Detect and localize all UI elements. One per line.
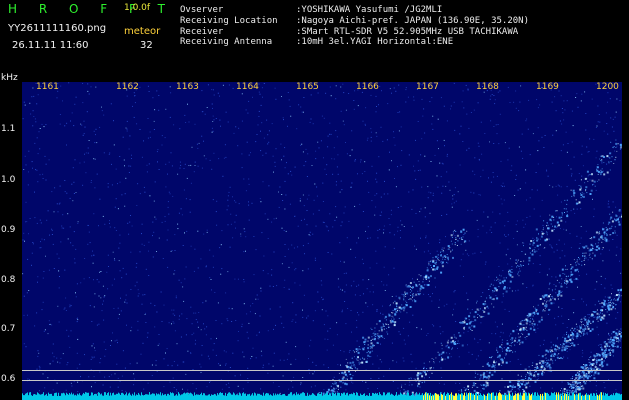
y-tick-label: 0.6 [1,374,16,384]
time-tick-label: 1163 [176,82,199,92]
spectrogram-canvas [22,82,622,400]
time-tick-label: 1164 [236,82,259,92]
time-tick-label: 1169 [536,82,559,92]
y-tick-label: 1.0 [1,175,16,185]
time-tick-label: 1168 [476,82,499,92]
spectrogram-panel [22,82,622,400]
time-tick-label: 1200 [596,82,619,92]
info-key: Receiving Location [180,15,278,26]
info-key: Receiver [180,26,224,37]
y-unit-label: kHz [1,73,18,83]
info-key: Ovserver [180,5,224,15]
time-tick-label: 1162 [116,82,139,92]
info-key: Receiving Antenna [180,37,273,48]
y-tick-label: 0.7 [1,324,16,334]
meteor-label: meteor [124,26,161,37]
info-value: :SMart RTL-SDR V5 52.905MHz USB TACHIKAW… [296,26,519,37]
info-value: :10mH 3el.YAGI Horizontal:ENE [296,37,454,48]
time-tick-label: 1167 [416,82,439,92]
info-row-observer: Ovserver :YOSHIKAWA Yasufumi /JG2MLI [180,5,529,16]
time-tick-label: 1166 [356,82,379,92]
y-tick-label: 0.8 [1,275,16,285]
station-info: Ovserver :YOSHIKAWA Yasufumi /JG2MLI Rec… [180,5,529,48]
y-tick-label: 0.9 [1,225,16,235]
time-tick-label: 1165 [296,82,319,92]
info-row-location: Receiving Location :Nagoya Aichi-pref. J… [180,16,529,27]
datetime-label: 26.11.11 11:60 [12,40,89,51]
reference-line-lower [22,380,622,381]
filename-label: YY2611111160.png [8,23,107,34]
time-tick-label: 1161 [36,82,59,92]
reference-line-upper [22,370,622,371]
info-row-antenna: Receiving Antenna :10mH 3el.YAGI Horizon… [180,37,529,48]
info-value: :YOSHIKAWA Yasufumi /JG2MLI [296,5,443,15]
meteor-count: 32 [140,40,153,51]
version-label: 1.0.0f [124,3,151,13]
y-tick-label: 1.1 [1,124,16,134]
info-row-receiver: Receiver :SMart RTL-SDR V5 52.905MHz USB… [180,27,529,38]
info-value: :Nagoya Aichi-pref. JAPAN (136.90E, 35.2… [296,15,529,26]
